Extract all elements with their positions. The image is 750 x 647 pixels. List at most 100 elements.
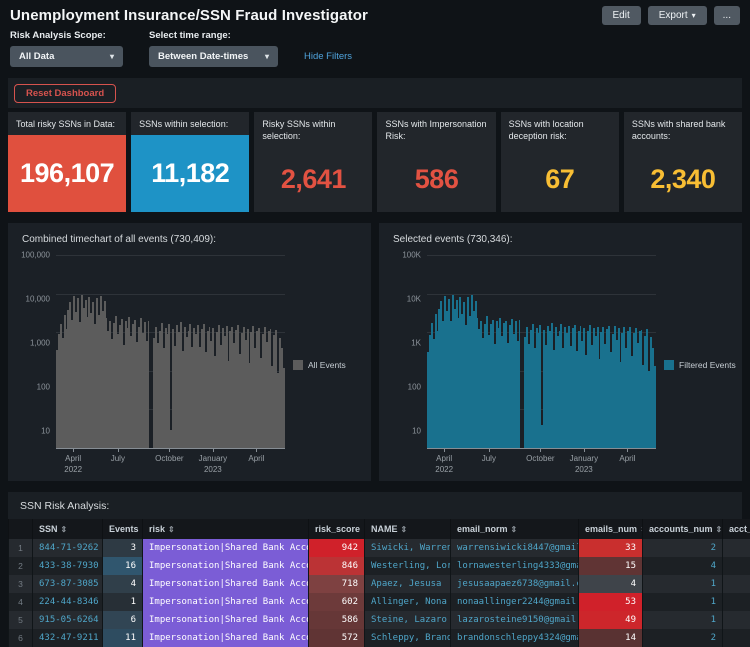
cell-name[interactable]: Allinger, Nona xyxy=(365,593,451,611)
y-axis-tick-label: 100 xyxy=(37,383,50,392)
y-axis-tick-label: 100 xyxy=(408,383,421,392)
sort-icon: ⇕ xyxy=(168,525,175,534)
cell-events[interactable]: 1 xyxy=(103,593,143,611)
time-range-dropdown[interactable]: Between Date-times ▾ xyxy=(149,46,278,67)
time-range-label: Select time range: xyxy=(149,30,278,41)
cell-name[interactable]: Apaez, Jesusa xyxy=(365,575,451,593)
filter-bar: Risk Analysis Scope: All Data ▾ Select t… xyxy=(0,27,750,67)
cell-risk[interactable]: Impersonation|Shared Bank Account xyxy=(143,611,309,629)
cell-email[interactable]: brandonschleppy4324@gmail.com xyxy=(451,629,579,647)
cell-ssn[interactable]: 432-47-9211 xyxy=(33,629,103,647)
cell-emails-num[interactable]: 33 xyxy=(579,539,643,557)
cell-events[interactable]: 6 xyxy=(103,611,143,629)
cell-accounts-num[interactable]: 2 xyxy=(643,629,723,647)
chart-legend: All Events xyxy=(285,255,361,475)
chart-title: Selected events (730,346): xyxy=(393,234,732,245)
cell-emails-num[interactable]: 15 xyxy=(579,557,643,575)
header-risk-score[interactable]: risk_score⇕ xyxy=(309,519,365,539)
cell-emails-num[interactable]: 4 xyxy=(579,575,643,593)
cell-acct-shared xyxy=(723,539,750,557)
cell-emails-num[interactable]: 49 xyxy=(579,611,643,629)
kpi-value[interactable]: 2,340 xyxy=(624,146,742,212)
kpi-value[interactable]: 11,182 xyxy=(131,135,249,212)
cell-emails-num[interactable]: 14 xyxy=(579,629,643,647)
header-emails-num[interactable]: emails_num⇕ xyxy=(579,519,643,539)
cell-email[interactable]: warrensiwicki8447@gmail.com xyxy=(451,539,579,557)
cell-risk-score[interactable]: 572 xyxy=(309,629,365,647)
legend-label: All Events xyxy=(308,360,346,370)
cell-risk[interactable]: Impersonation|Shared Bank Account xyxy=(143,539,309,557)
scope-dropdown[interactable]: All Data ▾ xyxy=(10,46,123,67)
cell-ssn[interactable]: 844-71-9262 xyxy=(33,539,103,557)
header-label: accounts_num xyxy=(649,524,713,534)
header-accounts-num[interactable]: accounts_num⇕ xyxy=(643,519,723,539)
x-axis-tick xyxy=(213,449,214,452)
header-events[interactable]: Events⇕ xyxy=(103,519,143,539)
kpi-value[interactable]: 586 xyxy=(377,146,495,212)
table-body: 1844-71-92623Impersonation|Shared Bank A… xyxy=(9,539,750,647)
hide-filters-link[interactable]: Hide Filters xyxy=(304,51,352,62)
charts-row: Combined timechart of all events (730,40… xyxy=(8,223,742,481)
kpi-total-risky-ssns: Total risky SSNs in Data: 196,107 xyxy=(8,112,126,212)
export-button[interactable]: Export ▾ xyxy=(648,6,707,25)
cell-email[interactable]: lazarosteine9150@gmail.com xyxy=(451,611,579,629)
x-axis-tick xyxy=(169,449,170,452)
cell-accounts-num[interactable]: 1 xyxy=(643,575,723,593)
cell-acct-shared xyxy=(723,575,750,593)
cell-risk[interactable]: Impersonation|Shared Bank Account xyxy=(143,593,309,611)
legend-item[interactable]: All Events xyxy=(293,360,346,370)
cell-ssn[interactable]: 433-38-7930 xyxy=(33,557,103,575)
table-row: 1844-71-92623Impersonation|Shared Bank A… xyxy=(9,539,750,557)
cell-risk-score[interactable]: 602 xyxy=(309,593,365,611)
cell-name[interactable]: Siwicki, Warren xyxy=(365,539,451,557)
cell-email[interactable]: jesusaapaez6738@gmail.com xyxy=(451,575,579,593)
cell-events[interactable]: 11 xyxy=(103,629,143,647)
gridline xyxy=(56,294,285,295)
cell-accounts-num[interactable]: 2 xyxy=(643,539,723,557)
header-risk[interactable]: risk⇕ xyxy=(143,519,309,539)
cell-risk[interactable]: Impersonation|Shared Bank Account xyxy=(143,629,309,647)
header-name[interactable]: NAME⇕ xyxy=(365,519,451,539)
bar-series-filtered-events[interactable] xyxy=(427,255,656,449)
cell-name[interactable]: Westerling, Lorna xyxy=(365,557,451,575)
chevron-down-icon: ▾ xyxy=(692,11,696,20)
cell-email[interactable]: nonaallinger2244@gmail.com xyxy=(451,593,579,611)
cell-risk-score[interactable]: 846 xyxy=(309,557,365,575)
x-axis-tick xyxy=(118,449,119,452)
cell-ssn[interactable]: 673-87-3085 xyxy=(33,575,103,593)
x-axis-tick xyxy=(627,449,628,452)
header-ssn[interactable]: SSN⇕ xyxy=(33,519,103,539)
cell-events[interactable]: 16 xyxy=(103,557,143,575)
cell-risk-score[interactable]: 942 xyxy=(309,539,365,557)
header-email-norm[interactable]: email_norm⇕ xyxy=(451,519,579,539)
cell-name[interactable]: Schleppy, Brandon xyxy=(365,629,451,647)
cell-risk-score[interactable]: 586 xyxy=(309,611,365,629)
cell-accounts-num[interactable]: 1 xyxy=(643,611,723,629)
more-options-button[interactable]: ... xyxy=(714,6,740,25)
cell-accounts-num[interactable]: 1 xyxy=(643,593,723,611)
cell-name[interactable]: Steine, Lazaro xyxy=(365,611,451,629)
export-button-label: Export xyxy=(659,10,688,21)
bar-series-all-events[interactable] xyxy=(56,255,285,449)
table-row: 6432-47-921111Impersonation|Shared Bank … xyxy=(9,629,750,647)
header-acct-shared[interactable]: acct_sha xyxy=(723,519,750,539)
kpi-value[interactable]: 2,641 xyxy=(254,146,372,212)
edit-button[interactable]: Edit xyxy=(602,6,641,25)
cell-emails-num[interactable]: 53 xyxy=(579,593,643,611)
kpi-value[interactable]: 67 xyxy=(501,146,619,212)
cell-acct-shared xyxy=(723,593,750,611)
reset-dashboard-button[interactable]: Reset Dashboard xyxy=(14,84,116,103)
x-axis-tick-label: April 2022 xyxy=(64,454,82,476)
cell-risk-score[interactable]: 718 xyxy=(309,575,365,593)
cell-risk[interactable]: Impersonation|Shared Bank Account xyxy=(143,557,309,575)
cell-ssn[interactable]: 915-05-6264 xyxy=(33,611,103,629)
cell-accounts-num[interactable]: 4 xyxy=(643,557,723,575)
cell-events[interactable]: 3 xyxy=(103,539,143,557)
legend-item[interactable]: Filtered Events xyxy=(664,360,736,370)
cell-events[interactable]: 4 xyxy=(103,575,143,593)
bar xyxy=(148,321,150,448)
kpi-value[interactable]: 196,107 xyxy=(8,135,126,212)
cell-risk[interactable]: Impersonation|Shared Bank Account xyxy=(143,575,309,593)
cell-ssn[interactable]: 224-44-8346 xyxy=(33,593,103,611)
cell-email[interactable]: lornawesterling4333@gmail.com xyxy=(451,557,579,575)
